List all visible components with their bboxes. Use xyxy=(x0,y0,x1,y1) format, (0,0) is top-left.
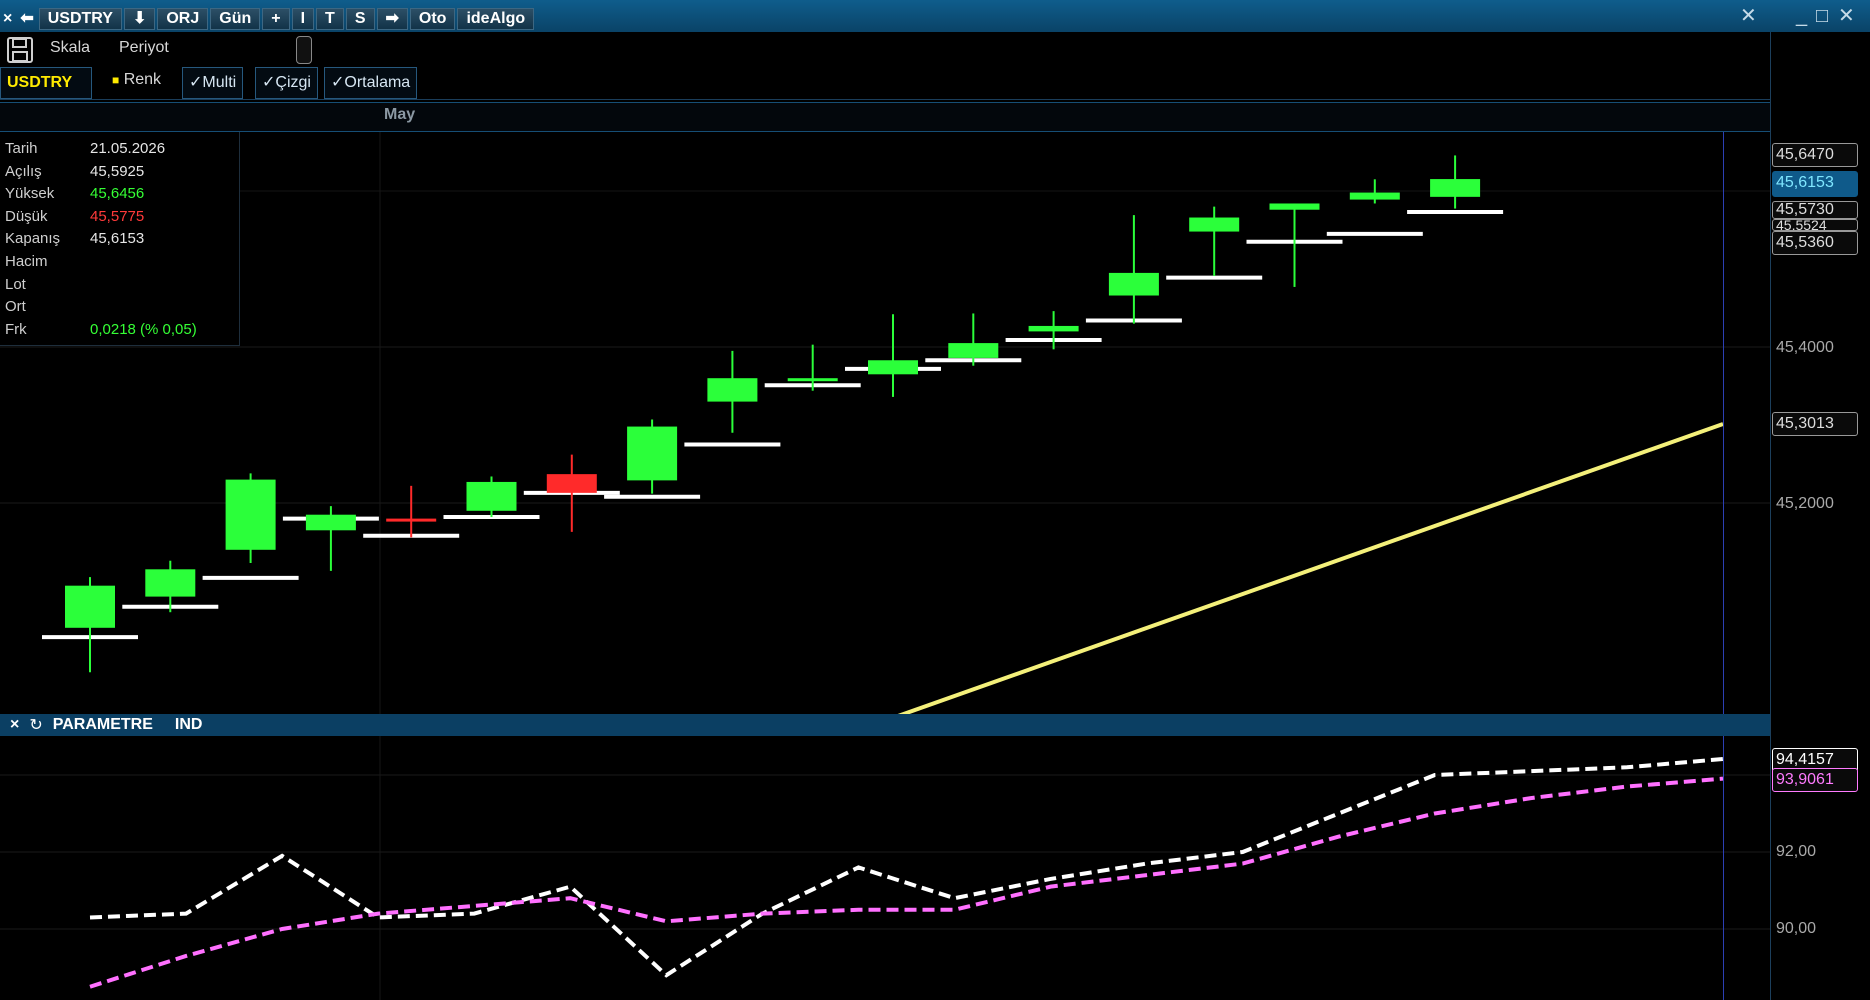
t-button[interactable]: T xyxy=(316,8,344,30)
price-axis[interactable] xyxy=(1770,32,1870,714)
symbol-button[interactable]: USDTRY xyxy=(38,8,122,30)
price-tag-yellow: 45,5730 xyxy=(1772,201,1858,219)
info-key: Lot xyxy=(5,275,26,293)
save-icon[interactable] xyxy=(6,36,34,64)
price-tag-high: 45,6470 xyxy=(1772,143,1858,167)
month-label: May xyxy=(384,106,416,123)
info-value: 45,5775 xyxy=(90,207,145,225)
price-tick-45-2: 45,2000 xyxy=(1776,495,1834,512)
info-key: Ort xyxy=(5,298,26,316)
indicator-chart[interactable] xyxy=(0,736,1770,1000)
candle-body xyxy=(1269,203,1320,210)
time-axis-bar xyxy=(0,102,1770,132)
candle-body xyxy=(65,585,115,628)
candle-body xyxy=(466,481,517,511)
ma-line xyxy=(897,422,1724,714)
info-value: 45,6456 xyxy=(90,185,145,203)
price-tag-green: 45,5524 xyxy=(1772,219,1858,231)
candle-body xyxy=(1430,179,1481,197)
close-icon[interactable]: × xyxy=(10,716,19,734)
parametre-button[interactable]: PARAMETRE xyxy=(53,716,153,734)
candle-body xyxy=(386,518,437,522)
candle-body xyxy=(1189,217,1240,232)
close-icon[interactable]: × xyxy=(0,8,15,30)
info-key: Tarih xyxy=(5,140,38,157)
indicator-tick-90: 90,00 xyxy=(1776,920,1817,937)
window-minimize-icon[interactable]: _ xyxy=(1796,6,1807,26)
ortalama-toggle[interactable]: ✓Ortalama xyxy=(324,67,418,99)
candle-body xyxy=(305,514,356,531)
candle-body xyxy=(546,474,597,493)
color-square-icon: ■ xyxy=(112,73,120,87)
download-icon[interactable]: ⬇ xyxy=(123,8,156,30)
multi-toggle[interactable]: ✓Multi xyxy=(182,67,244,99)
info-key: Düşük xyxy=(5,207,48,225)
info-value: 21.05.2026 xyxy=(90,140,166,157)
forward-arrow-icon[interactable]: ➡ xyxy=(376,8,408,30)
s-button[interactable]: S xyxy=(345,8,375,30)
renk-label: Renk xyxy=(123,71,162,88)
candle-body xyxy=(1108,272,1159,296)
candle-body xyxy=(1349,192,1400,200)
period-button[interactable]: Gün xyxy=(210,8,261,30)
back-arrow-icon[interactable]: ⬅ xyxy=(17,8,36,30)
skala-button[interactable]: Skala xyxy=(50,39,90,57)
candles xyxy=(65,155,1481,673)
symbol-chip[interactable]: USDTRY xyxy=(0,67,92,99)
info-value: 45,6153 xyxy=(90,230,145,248)
ind-button[interactable]: IND xyxy=(175,716,203,734)
window-maximize-icon[interactable]: □ xyxy=(1816,6,1828,26)
candle-body xyxy=(145,569,196,597)
plus-button[interactable]: + xyxy=(262,8,290,30)
indicator-lines xyxy=(89,757,1724,989)
title-bar: × ⬅ USDTRY ⬇ ORJ Gün + I T S ➡ Oto ideAl… xyxy=(0,0,1870,32)
ohlc-info-panel: Tarih 21.05.2026 Açılış 45,5925 Yüksek 45,645… xyxy=(0,132,240,346)
crosshair-vertical xyxy=(1723,132,1724,714)
orj-button[interactable]: ORJ xyxy=(157,8,209,30)
close-line-segments xyxy=(42,210,1504,640)
candle-body xyxy=(868,360,918,375)
period-slider-handle[interactable] xyxy=(296,36,312,64)
info-key: Açılış xyxy=(5,162,42,180)
indicator-tag-pink: 93,9061 xyxy=(1772,768,1858,792)
price-grid xyxy=(0,132,1770,714)
periyot-button[interactable]: Periyot xyxy=(119,39,169,57)
info-key: Yüksek xyxy=(5,185,55,203)
price-tag-ma: 45,3013 xyxy=(1772,412,1858,436)
title-toolbar: × ⬅ USDTRY ⬇ ORJ Gün + I T S ➡ Oto ideAl… xyxy=(0,8,536,30)
price-chart[interactable] xyxy=(0,132,1770,714)
moving-average-line xyxy=(897,422,1724,714)
candle-body xyxy=(787,378,838,382)
oto-button[interactable]: Oto xyxy=(409,8,456,30)
info-key: Frk xyxy=(5,320,27,338)
info-value: 45,5925 xyxy=(90,162,145,180)
indicator-series-0 xyxy=(89,757,1724,978)
indicator-tick-92: 92,00 xyxy=(1776,843,1817,860)
cizgi-toggle[interactable]: ✓Çizgi xyxy=(255,67,318,99)
price-tag-last: 45,6153 xyxy=(1772,171,1858,197)
refresh-icon[interactable]: ↻ xyxy=(29,715,42,735)
i-button[interactable]: I xyxy=(291,8,315,30)
renk-button[interactable]: ■ Renk xyxy=(112,71,161,89)
price-tag-white: 45,5360 xyxy=(1772,231,1858,255)
candle-body xyxy=(707,378,758,402)
candle-body xyxy=(225,479,276,550)
window-close-x-icon[interactable]: ✕ xyxy=(1740,6,1757,26)
idealgo-button[interactable]: ideAlgo xyxy=(457,8,535,30)
crosshair-vertical-sub xyxy=(1723,736,1724,1000)
info-value: 0,0218 (% 0,05) xyxy=(90,320,197,338)
info-key: Kapanış xyxy=(5,230,61,248)
indicator-header: × ↻ PARAMETRE IND xyxy=(0,714,1770,736)
candle-body xyxy=(948,343,999,358)
candle-body xyxy=(627,426,678,481)
window-close-icon[interactable]: ✕ xyxy=(1838,6,1855,26)
info-key: Hacim xyxy=(5,253,48,270)
candle-body xyxy=(1028,325,1079,332)
price-tick-45-4: 45,4000 xyxy=(1776,339,1834,356)
